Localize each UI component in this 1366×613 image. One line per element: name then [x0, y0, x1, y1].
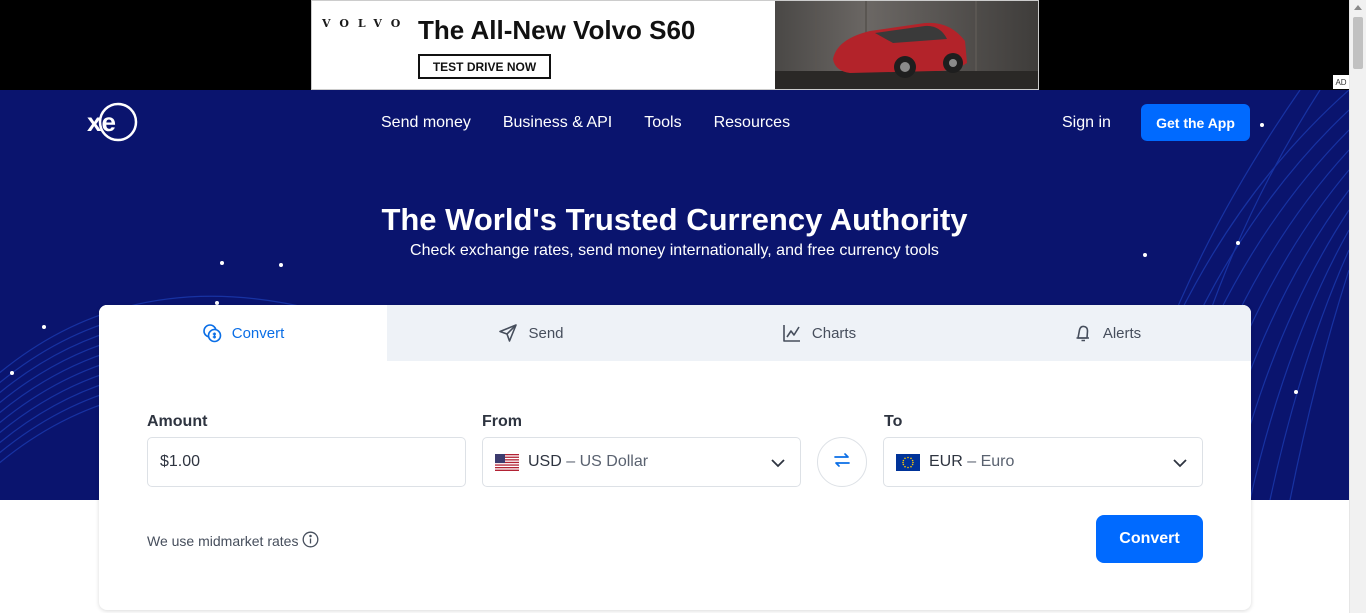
coins-icon — [202, 323, 222, 343]
amount-field — [147, 437, 466, 487]
ad-banner: VOLVO The All-New Volvo S60 TEST DRIVE N… — [0, 0, 1366, 90]
chevron-down-icon — [1172, 456, 1188, 474]
sign-in-link[interactable]: Sign in — [1062, 114, 1111, 132]
paper-plane-icon — [498, 323, 518, 343]
bell-icon — [1073, 323, 1093, 343]
tab-convert[interactable]: Convert — [99, 305, 387, 361]
scroll-thumb[interactable] — [1353, 17, 1363, 69]
from-separator: – — [566, 453, 576, 470]
from-label: From — [482, 413, 522, 430]
logo-text: xe — [87, 107, 116, 137]
page-title: The World's Trusted Currency Authority — [381, 202, 968, 237]
eu-flag-icon — [884, 453, 929, 471]
tab-alerts-label: Alerts — [1102, 324, 1142, 342]
ad-brand-logo: VOLVO — [322, 17, 410, 30]
from-currency-select[interactable]: USD – US Dollar — [482, 437, 801, 487]
tab-send[interactable]: Send — [387, 305, 675, 361]
midmarket-text: We use midmarket rates — [147, 533, 299, 549]
to-currency-select[interactable]: EUR – Euro — [883, 437, 1203, 487]
get-app-button[interactable]: Get the App — [1141, 104, 1250, 141]
from-currency-name: US Dollar — [579, 453, 649, 470]
page-scrollbar[interactable] — [1349, 0, 1366, 613]
tab-convert-label: Convert — [231, 324, 285, 342]
ad-creative[interactable]: VOLVO The All-New Volvo S60 TEST DRIVE N… — [311, 0, 1039, 90]
scroll-up-arrow-icon[interactable] — [1354, 5, 1362, 10]
page-subtitle: Check exchange rates, send money interna… — [410, 242, 939, 259]
nav-resources[interactable]: Resources — [714, 114, 790, 132]
info-icon[interactable] — [302, 531, 319, 551]
tab-charts-label: Charts — [811, 324, 857, 342]
nav-send-money[interactable]: Send money — [381, 114, 471, 132]
tab-alerts[interactable]: Alerts — [963, 305, 1251, 361]
converter-card: Convert Send Charts Alerts Amount $1.00 … — [99, 305, 1251, 610]
amount-input[interactable] — [148, 438, 465, 486]
xe-logo[interactable]: xe — [86, 102, 138, 142]
to-label: To — [884, 413, 903, 430]
tab-charts[interactable]: Charts — [675, 305, 963, 361]
ad-badge[interactable]: AD — [1333, 75, 1349, 89]
midmarket-note: We use midmarket rates — [147, 531, 319, 551]
ad-cta-button[interactable]: TEST DRIVE NOW — [418, 54, 551, 79]
chevron-down-icon — [770, 456, 786, 474]
ad-car-image — [775, 1, 1038, 89]
to-currency-name: Euro — [980, 453, 1015, 470]
main-nav: Send money Business & API Tools Resource… — [381, 114, 790, 132]
tab-send-label: Send — [528, 324, 564, 342]
line-chart-icon — [782, 323, 802, 343]
to-separator: – — [967, 453, 977, 470]
ad-headline: The All-New Volvo S60 — [418, 15, 696, 45]
swap-currencies-button[interactable] — [817, 437, 867, 487]
nav-tools[interactable]: Tools — [644, 114, 681, 132]
us-flag-icon — [483, 453, 528, 471]
nav-business-api[interactable]: Business & API — [503, 114, 612, 132]
tool-tabs: Convert Send Charts Alerts — [99, 305, 1251, 361]
to-currency-code: EUR — [929, 453, 963, 470]
swap-arrows-icon — [833, 451, 851, 474]
amount-label: Amount — [147, 413, 208, 430]
from-currency-code: USD — [528, 453, 562, 470]
convert-button[interactable]: Convert — [1096, 515, 1203, 563]
